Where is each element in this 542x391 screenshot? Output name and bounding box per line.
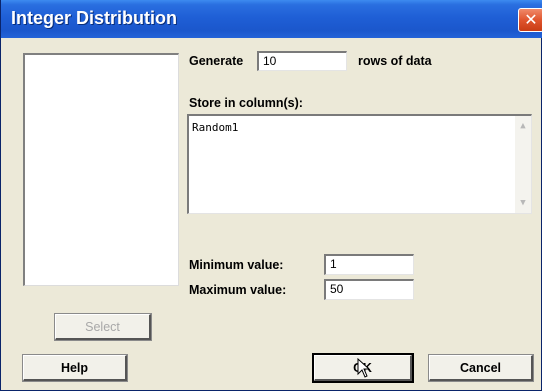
scroll-down-arrow-icon[interactable]: ▼: [517, 197, 529, 209]
maximum-value-label: Maximum value:: [189, 283, 287, 297]
maximum-value-input[interactable]: 50: [324, 279, 414, 300]
store-columns-scrollbar[interactable]: ▲ ▼: [515, 116, 531, 213]
store-columns-value: Random1: [192, 121, 239, 134]
generate-label: Generate: [189, 54, 244, 68]
cancel-button[interactable]: Cancel: [428, 354, 534, 382]
scroll-up-arrow-icon[interactable]: ▲: [517, 120, 529, 132]
store-in-columns-label: Store in column(s):: [189, 96, 303, 110]
window-title: Integer Distribution: [11, 8, 177, 28]
generate-rows-input[interactable]: 10: [257, 51, 347, 71]
close-icon: ✕: [524, 12, 538, 29]
minimum-value-label: Minimum value:: [189, 258, 284, 272]
minimum-value-input[interactable]: 1: [324, 254, 414, 275]
close-button[interactable]: ✕: [518, 8, 542, 32]
select-button[interactable]: Select: [54, 313, 152, 341]
title-bar[interactable]: Integer Distribution ✕: [1, 0, 542, 38]
rows-of-data-label: rows of data: [358, 54, 432, 68]
integer-distribution-dialog: Integer Distribution ✕ Generate 10 rows …: [0, 0, 542, 391]
column-listbox[interactable]: [23, 53, 179, 286]
mouse-pointer-icon: [357, 358, 371, 378]
store-columns-input[interactable]: Random1 ▲ ▼: [187, 114, 532, 214]
help-button[interactable]: Help: [22, 354, 128, 382]
